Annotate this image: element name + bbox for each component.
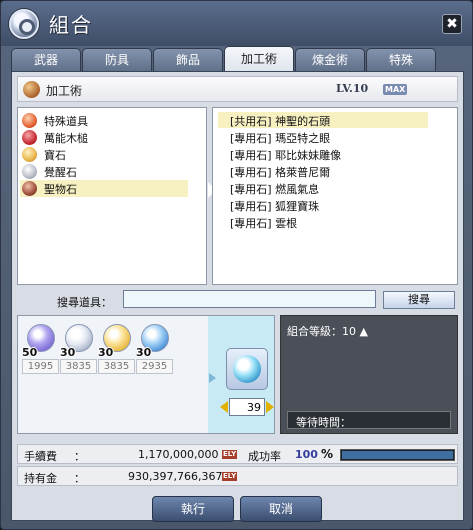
item-row[interactable]: [專用石] 燃風氣息 <box>218 180 428 196</box>
gem-icon <box>22 147 37 162</box>
search-label: 搜尋道具： <box>57 296 112 309</box>
item-label: [專用石] 耶比妹妹雕像 <box>230 149 342 162</box>
materials-list: 50 30 30 30 1995 3835 3835 2935 <box>18 316 208 433</box>
material-owned: 3835 <box>98 359 135 374</box>
gold-value: 930,397,766,367 <box>128 470 223 483</box>
category-label: 寶石 <box>44 149 66 162</box>
item-row[interactable]: [專用石] 雲根 <box>218 214 428 230</box>
category-label: 特殊道具 <box>44 115 88 128</box>
item-row[interactable]: [專用石] 瑪亞特之眼 <box>218 129 428 145</box>
section-header: 加工術 LV.10 MAX <box>17 76 458 102</box>
item-row[interactable]: [專用石] 狐狸寶珠 <box>218 197 428 213</box>
tab-processing[interactable]: 加工術 <box>224 46 294 72</box>
success-rate-fill <box>342 451 453 459</box>
item-label: [專用石] 燃風氣息 <box>230 183 320 196</box>
fee-colon: ： <box>74 450 85 463</box>
category-item[interactable]: 萬能木槌 <box>20 129 188 146</box>
arrow-right-small-icon <box>209 373 216 383</box>
close-button[interactable]: ✖ <box>442 14 462 34</box>
category-label: 覺醒石 <box>44 166 77 179</box>
category-item[interactable]: 覺醒石 <box>20 163 188 180</box>
material-owned: 3835 <box>60 359 97 374</box>
combine-window: 組合 ✖ 武器 防具 飾品 加工術 煉金術 特殊 加工術 LV.10 MAX 特… <box>0 0 473 530</box>
success-rate-unit: % <box>321 447 334 461</box>
item-label: [專用石] 格萊普尼爾 <box>230 166 331 179</box>
success-rate-value: 100 <box>295 448 318 461</box>
decrease-arrow-icon[interactable] <box>220 401 228 413</box>
item-label: [專用石] 狐狸寶珠 <box>230 200 320 213</box>
category-label: 聖物石 <box>44 183 77 196</box>
material-owned: 1995 <box>22 359 59 374</box>
tab-weapons[interactable]: 武器 <box>11 48 81 72</box>
item-row[interactable]: [專用石] 耶比妹妹雕像 <box>218 146 428 162</box>
fee-currency: ELY <box>222 450 238 459</box>
main-panel: 加工術 LV.10 MAX 特殊道具 萬能木槌 寶石 覺醒石 聖物石 [共用石]… <box>11 71 464 522</box>
processing-icon <box>23 81 40 98</box>
special-item-icon <box>22 113 37 128</box>
increase-arrow-icon[interactable] <box>266 401 274 413</box>
gear-icon <box>9 9 39 39</box>
wait-time-label: 等待時間： <box>296 416 351 429</box>
item-label: [共用石] 神聖的石頭 <box>230 115 331 128</box>
combo-level: 組合等級：10 ▲ <box>287 325 368 338</box>
mallet-icon <box>22 130 37 145</box>
awakening-stone-icon <box>22 164 37 179</box>
execute-button[interactable]: 執行 <box>152 496 234 522</box>
quantity-input[interactable] <box>229 398 265 416</box>
item-label: [專用石] 瑪亞特之眼 <box>230 132 331 145</box>
holy-stone-icon <box>233 355 261 383</box>
material-required: 30 <box>136 346 152 359</box>
category-label: 萬能木槌 <box>44 132 88 145</box>
title-bar[interactable]: 組合 ✖ <box>1 1 472 45</box>
gold-colon: ： <box>74 472 85 485</box>
material-required: 30 <box>60 346 76 359</box>
category-item-selected[interactable]: 聖物石 <box>20 180 188 197</box>
fee-value: 1,170,000,000 <box>138 448 219 461</box>
gold-currency: ELY <box>222 472 238 481</box>
cancel-button[interactable]: 取消 <box>240 496 322 522</box>
max-badge: MAX <box>383 84 408 95</box>
category-item[interactable]: 寶石 <box>20 146 188 163</box>
search-button[interactable]: 搜尋 <box>383 291 455 309</box>
category-item[interactable]: 特殊道具 <box>20 112 188 129</box>
material-slot[interactable]: 30 <box>98 321 136 359</box>
combo-info-box: 組合等級：10 ▲ 等待時間： <box>280 315 458 434</box>
material-owned: 2935 <box>136 359 173 374</box>
tab-bar: 武器 防具 飾品 加工術 煉金術 特殊 <box>11 46 466 72</box>
material-slot[interactable]: 30 <box>136 321 174 359</box>
item-list: [共用石] 神聖的石頭 [專用石] 瑪亞特之眼 [專用石] 耶比妹妹雕像 [專用… <box>212 107 458 285</box>
item-label: [專用石] 雲根 <box>230 217 298 230</box>
material-required: 50 <box>22 346 38 359</box>
gold-label: 持有金 <box>24 472 57 485</box>
category-list: 特殊道具 萬能木槌 寶石 覺醒石 聖物石 <box>17 107 207 285</box>
material-required: 30 <box>98 346 114 359</box>
material-slot[interactable]: 50 <box>22 321 60 359</box>
item-row[interactable]: [專用石] 格萊普尼爾 <box>218 163 428 179</box>
tab-accessories[interactable]: 飾品 <box>153 48 223 72</box>
gold-row: 持有金 ： 930,397,766,367 ELY <box>17 466 458 486</box>
fee-label: 手續費 <box>24 450 57 463</box>
result-slot[interactable] <box>226 348 268 390</box>
relic-stone-icon <box>22 181 37 196</box>
success-rate-label: 成功率 <box>248 450 281 463</box>
tab-armor[interactable]: 防具 <box>82 48 152 72</box>
success-rate-bar <box>340 449 455 461</box>
search-input[interactable] <box>123 290 376 308</box>
tab-special[interactable]: 特殊 <box>366 48 436 72</box>
material-slot[interactable]: 30 <box>60 321 98 359</box>
wait-time-box: 等待時間： <box>287 411 451 429</box>
item-row-selected[interactable]: [共用石] 神聖的石頭 <box>218 112 428 128</box>
fee-row: 手續費 ： 1,170,000,000 ELY 成功率 100 % <box>17 444 458 464</box>
tab-alchemy[interactable]: 煉金術 <box>295 48 365 72</box>
window-title: 組合 <box>49 13 93 37</box>
skill-level: LV.10 <box>336 82 369 95</box>
section-title: 加工術 <box>46 84 83 98</box>
